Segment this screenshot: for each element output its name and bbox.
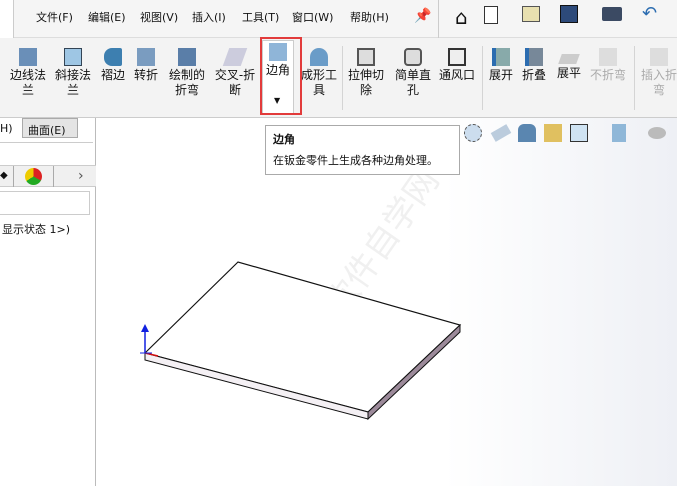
sheet-metal-plate-top[interactable] <box>143 261 462 413</box>
tooltip-description: 在钣金零件上生成各种边角处理。 <box>273 154 438 167</box>
corners-tooltip: 边角 在钣金零件上生成各种边角处理。 <box>265 125 460 175</box>
tooltip-title: 边角 <box>273 133 295 146</box>
model-canvas: 软件自学网 <box>140 162 462 421</box>
y-axis-arrow-icon <box>141 324 149 332</box>
